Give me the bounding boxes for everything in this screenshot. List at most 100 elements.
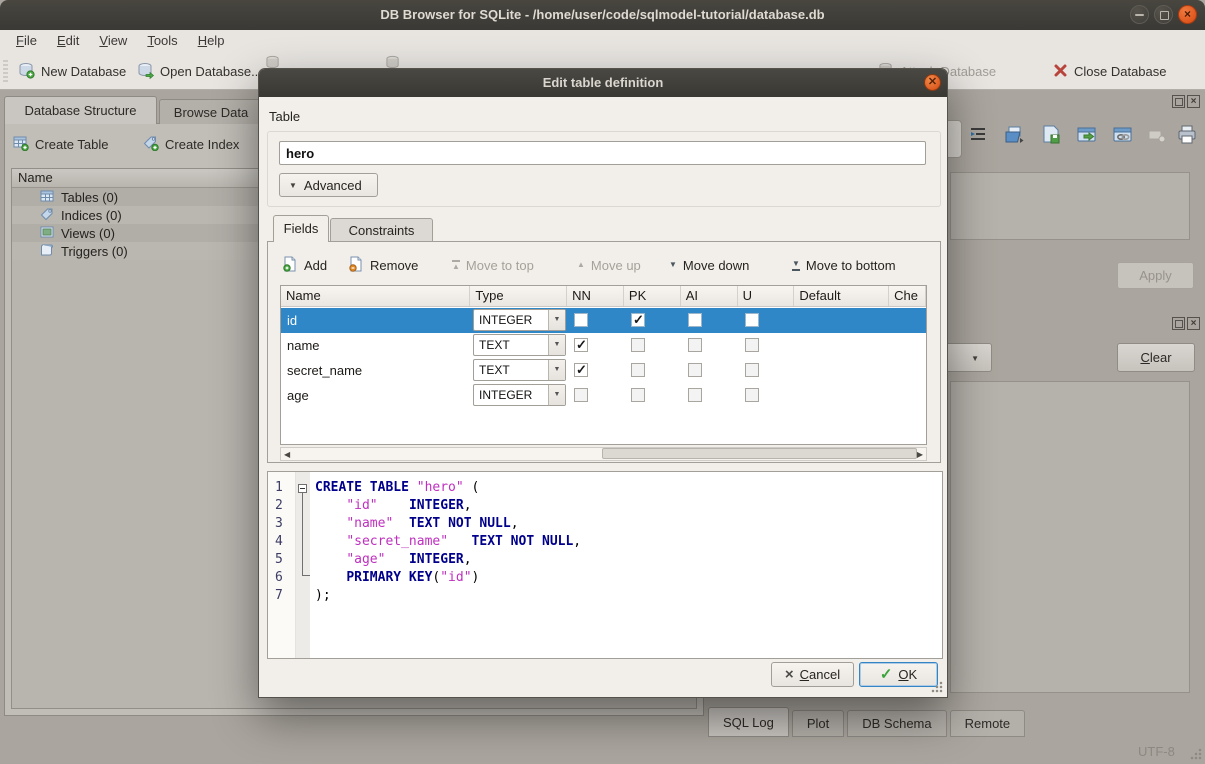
export-icon[interactable] bbox=[1076, 124, 1098, 151]
dock-float-button[interactable] bbox=[1172, 95, 1185, 108]
create-index-icon bbox=[143, 135, 159, 154]
fold-collapse-icon[interactable] bbox=[298, 484, 307, 493]
column-header-ai[interactable]: AI bbox=[681, 286, 738, 306]
type-combobox[interactable]: INTEGER▼ bbox=[473, 384, 566, 406]
toolbar-handle[interactable] bbox=[3, 60, 8, 83]
print-icon[interactable] bbox=[1176, 124, 1198, 151]
ok-check-icon: ✓ bbox=[880, 667, 893, 682]
chevron-down-icon[interactable]: ▼ bbox=[548, 385, 565, 405]
menu-view[interactable]: View bbox=[89, 30, 137, 51]
chevron-down-icon[interactable]: ▼ bbox=[548, 360, 565, 380]
menu-help[interactable]: Help bbox=[188, 30, 235, 51]
field-row-secret_name[interactable]: secret_nameTEXT▼ bbox=[281, 358, 926, 383]
chevron-down-icon[interactable]: ▼ bbox=[548, 335, 565, 355]
pk-checkbox[interactable] bbox=[631, 363, 645, 377]
views-icon bbox=[40, 225, 54, 242]
nn-checkbox[interactable] bbox=[574, 388, 588, 402]
sql-preview-editor[interactable]: 1234567 CREATE TABLE "hero" ( "id" INTEG… bbox=[267, 471, 943, 659]
menu-file[interactable]: File bbox=[6, 30, 47, 51]
tab-constraints[interactable]: Constraints bbox=[330, 218, 433, 242]
bottom-tab-remote[interactable]: Remote bbox=[950, 710, 1026, 737]
indent-icon[interactable] bbox=[968, 124, 988, 149]
tab-fields[interactable]: Fields bbox=[273, 215, 329, 242]
tab-database-structure[interactable]: Database Structure bbox=[4, 96, 157, 124]
column-header-pk[interactable]: PK bbox=[624, 286, 681, 306]
fields-horizontal-scrollbar[interactable]: ◀ ▶ bbox=[280, 447, 927, 461]
create-table-button[interactable]: Create Table bbox=[13, 131, 108, 157]
line-number-gutter: 1234567 bbox=[268, 472, 296, 658]
dialog-resize-grip[interactable] bbox=[931, 681, 943, 693]
u-checkbox[interactable] bbox=[745, 313, 759, 327]
u-checkbox[interactable] bbox=[745, 363, 759, 377]
link-icon[interactable] bbox=[1112, 124, 1134, 151]
column-header-name[interactable]: Name bbox=[281, 286, 470, 306]
pk-checkbox[interactable] bbox=[631, 338, 645, 352]
new-database-button[interactable]: New Database bbox=[18, 59, 126, 84]
save-icon[interactable] bbox=[1040, 124, 1062, 151]
maximize-button[interactable] bbox=[1154, 5, 1173, 24]
ai-checkbox[interactable] bbox=[688, 388, 702, 402]
move-to-bottom-button[interactable]: ▼ Move to bottom bbox=[792, 254, 896, 276]
type-combobox[interactable]: TEXT▼ bbox=[473, 334, 566, 356]
dock2-float-button[interactable] bbox=[1172, 317, 1185, 330]
nn-checkbox[interactable] bbox=[574, 313, 588, 327]
sql-log-area[interactable] bbox=[950, 381, 1190, 693]
scrollbar-thumb[interactable] bbox=[602, 448, 917, 459]
dock2-close-icon[interactable]: × bbox=[1187, 317, 1200, 330]
bottom-tab-db-schema[interactable]: DB Schema bbox=[847, 710, 946, 737]
ai-checkbox[interactable] bbox=[688, 313, 702, 327]
move-to-top-button: ▲ Move to top bbox=[452, 254, 534, 276]
ai-checkbox[interactable] bbox=[688, 363, 702, 377]
chevron-down-icon[interactable]: ▼ bbox=[548, 310, 565, 330]
open-database-button[interactable]: Open Database... bbox=[137, 59, 262, 84]
triggers-icon bbox=[40, 243, 54, 260]
cancel-button[interactable]: × Cancel bbox=[771, 662, 854, 687]
move-down-button[interactable]: ▼ Move down bbox=[669, 254, 749, 276]
menu-edit[interactable]: Edit bbox=[47, 30, 89, 51]
ai-checkbox[interactable] bbox=[688, 338, 702, 352]
remove-field-button[interactable]: Remove bbox=[348, 254, 418, 276]
import-icon[interactable] bbox=[1004, 124, 1026, 151]
nn-checkbox[interactable] bbox=[574, 363, 588, 377]
close-database-icon bbox=[1053, 63, 1068, 81]
dialog-close-button[interactable]: ✕ bbox=[924, 74, 941, 91]
bottom-tab-sql-log[interactable]: SQL Log bbox=[708, 707, 789, 737]
scroll-right-icon[interactable]: ▶ bbox=[917, 450, 923, 459]
column-header-u[interactable]: U bbox=[738, 286, 795, 306]
field-name: name bbox=[287, 338, 320, 353]
pk-checkbox[interactable] bbox=[631, 313, 645, 327]
move-up-label: Move up bbox=[591, 258, 641, 273]
column-header-che[interactable]: Che bbox=[889, 286, 926, 306]
open-database-label: Open Database... bbox=[160, 64, 262, 79]
close-window-button[interactable]: × bbox=[1178, 5, 1197, 24]
type-combobox[interactable]: INTEGER▼ bbox=[473, 309, 566, 331]
nn-checkbox[interactable] bbox=[574, 338, 588, 352]
clear-button[interactable]: Clear bbox=[1117, 343, 1195, 372]
add-field-button[interactable]: Add bbox=[282, 254, 327, 276]
close-database-button[interactable]: Close Database bbox=[1053, 59, 1167, 84]
pk-checkbox[interactable] bbox=[631, 388, 645, 402]
type-combobox[interactable]: TEXT▼ bbox=[473, 359, 566, 381]
u-checkbox[interactable] bbox=[745, 388, 759, 402]
field-row-id[interactable]: idINTEGER▼ bbox=[281, 308, 926, 333]
column-header-type[interactable]: Type bbox=[470, 286, 567, 306]
cell-editor-area[interactable] bbox=[950, 172, 1190, 240]
field-row-name[interactable]: name TEXT▼ bbox=[281, 333, 926, 358]
field-row-age[interactable]: ageINTEGER▼ bbox=[281, 383, 926, 408]
null-icon[interactable] bbox=[1146, 124, 1168, 151]
fields-table-header[interactable]: NameTypeNNPKAIUDefaultChe bbox=[281, 286, 926, 307]
create-index-button[interactable]: Create Index bbox=[143, 131, 239, 157]
dock-close-icon[interactable]: × bbox=[1187, 95, 1200, 108]
bottom-tab-plot[interactable]: Plot bbox=[792, 710, 844, 737]
column-header-default[interactable]: Default bbox=[794, 286, 889, 306]
advanced-button[interactable]: ▼ Advanced bbox=[279, 173, 378, 197]
scroll-left-icon[interactable]: ◀ bbox=[284, 450, 290, 459]
minimize-button[interactable] bbox=[1130, 5, 1149, 24]
column-header-nn[interactable]: NN bbox=[567, 286, 624, 306]
tab-browse-data[interactable]: Browse Data bbox=[159, 99, 263, 124]
menu-tools[interactable]: Tools bbox=[137, 30, 187, 51]
window-resize-grip[interactable] bbox=[1190, 748, 1202, 760]
table-name-input[interactable] bbox=[279, 141, 926, 165]
u-checkbox[interactable] bbox=[745, 338, 759, 352]
ok-button[interactable]: ✓ OK bbox=[859, 662, 938, 687]
